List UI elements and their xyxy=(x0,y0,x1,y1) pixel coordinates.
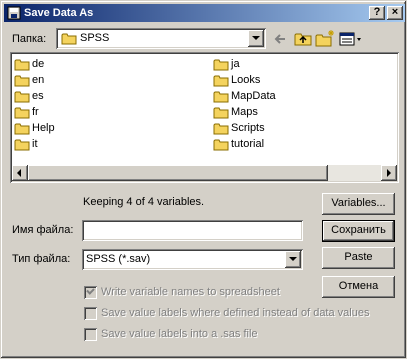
folder-icon xyxy=(14,122,30,135)
filetype-label: Тип файла: xyxy=(12,253,71,265)
save-button[interactable]: Сохранить xyxy=(322,220,395,242)
cancel-button[interactable]: Отмена xyxy=(322,276,395,298)
folder-combo[interactable]: SPSS xyxy=(56,28,266,49)
filename-input[interactable] xyxy=(82,220,303,241)
list-item[interactable]: ja xyxy=(213,56,240,72)
folder-combo-value: SPSS xyxy=(80,32,110,44)
up-folder-icon[interactable] xyxy=(292,29,314,49)
chevron-down-icon[interactable] xyxy=(285,251,301,268)
list-item[interactable]: tutorial xyxy=(213,136,264,152)
variables-status: Keeping 4 of 4 variables. xyxy=(83,196,205,208)
paste-button[interactable]: Paste xyxy=(322,247,395,269)
scroll-right-button[interactable] xyxy=(381,165,397,181)
checkbox[interactable] xyxy=(84,286,97,299)
list-item[interactable]: Looks xyxy=(213,72,260,88)
filetype-select[interactable]: SPSS (*.sav) xyxy=(82,249,303,270)
list-item[interactable]: de xyxy=(14,56,44,72)
checkbox[interactable] xyxy=(84,328,97,341)
close-button[interactable]: × xyxy=(387,6,403,20)
list-item[interactable]: Scripts xyxy=(213,120,265,136)
folder-icon xyxy=(213,138,229,151)
folder-label: Папка: xyxy=(12,33,47,45)
file-list[interactable]: de en es fr Help it ja Looks MapData Map… xyxy=(10,52,399,183)
scroll-thumb[interactable] xyxy=(28,165,328,181)
list-item[interactable]: fr xyxy=(14,104,39,120)
title-bar[interactable]: Save Data As ? × xyxy=(4,4,405,22)
folder-icon xyxy=(213,106,229,119)
list-item[interactable]: Maps xyxy=(213,104,258,120)
help-button[interactable]: ? xyxy=(369,6,385,20)
folder-icon xyxy=(213,74,229,87)
folder-icon xyxy=(213,58,229,71)
back-icon[interactable] xyxy=(270,29,292,49)
window-title: Save Data As xyxy=(24,7,94,19)
folder-icon xyxy=(14,58,30,71)
folder-icon xyxy=(14,138,30,151)
folder-icon xyxy=(14,74,30,87)
variables-button[interactable]: Variables... xyxy=(322,193,395,215)
folder-icon xyxy=(14,90,30,103)
chevron-down-icon[interactable] xyxy=(248,30,264,47)
horizontal-scrollbar[interactable] xyxy=(12,165,397,181)
folder-icon xyxy=(14,106,30,119)
view-menu-icon[interactable] xyxy=(338,29,364,49)
save-data-dialog: Save Data As ? × Папка: SPSS de en es fr… xyxy=(0,0,407,359)
checkbox[interactable] xyxy=(84,307,97,320)
list-item[interactable]: Help xyxy=(14,120,55,136)
save-icon xyxy=(7,6,21,20)
list-item[interactable]: MapData xyxy=(213,88,276,104)
list-item[interactable]: es xyxy=(14,88,44,104)
new-folder-icon[interactable] xyxy=(314,29,336,49)
list-item[interactable]: it xyxy=(14,136,38,152)
folder-icon xyxy=(213,90,229,103)
filename-label: Имя файла: xyxy=(12,224,74,236)
folder-icon xyxy=(213,122,229,135)
folder-icon xyxy=(61,33,77,45)
list-item[interactable]: en xyxy=(14,72,44,88)
scroll-left-button[interactable] xyxy=(12,165,28,181)
filetype-value: SPSS (*.sav) xyxy=(86,253,151,265)
